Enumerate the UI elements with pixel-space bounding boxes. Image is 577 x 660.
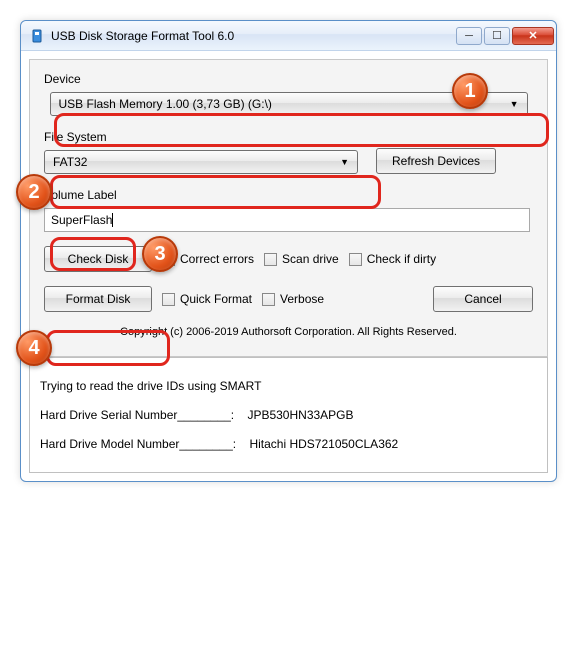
titlebar[interactable]: USB Disk Storage Format Tool 6.0 ─ ☐ ✕ [21, 21, 556, 51]
format-disk-button[interactable]: Format Disk [44, 286, 152, 312]
chevron-down-icon: ▼ [340, 157, 349, 167]
app-window: USB Disk Storage Format Tool 6.0 ─ ☐ ✕ D… [20, 20, 557, 482]
device-label: Device [44, 72, 533, 86]
correct-errors-checkbox[interactable]: Correct errors [162, 252, 254, 266]
log-panel: Trying to read the drive IDs using SMART… [29, 357, 548, 473]
device-dropdown[interactable]: USB Flash Memory 1.00 (3,73 GB) (G:\) ▼ [50, 92, 528, 116]
cancel-button[interactable]: Cancel [433, 286, 533, 312]
chevron-down-icon: ▼ [510, 99, 519, 109]
copyright-text: Copyright (c) 2006-2019 Authorsoft Corpo… [44, 326, 533, 338]
log-line: Hard Drive Model Number________: Hitachi… [40, 430, 537, 459]
main-panel: Device USB Flash Memory 1.00 (3,73 GB) (… [29, 59, 548, 357]
check-dirty-checkbox[interactable]: Check if dirty [349, 252, 436, 266]
text-cursor [112, 213, 113, 227]
filesystem-selected: FAT32 [53, 155, 340, 169]
close-button[interactable]: ✕ [512, 27, 554, 45]
refresh-devices-button[interactable]: Refresh Devices [376, 148, 496, 174]
filesystem-dropdown[interactable]: FAT32 ▼ [44, 150, 358, 174]
log-line: Hard Drive Serial Number________: JPB530… [40, 401, 537, 430]
check-disk-button[interactable]: Check Disk [44, 246, 152, 272]
filesystem-label: File System [44, 130, 358, 144]
volume-value: SuperFlash [51, 213, 112, 227]
log-line: Trying to read the drive IDs using SMART [40, 372, 537, 401]
maximize-button[interactable]: ☐ [484, 27, 510, 45]
scan-drive-checkbox[interactable]: Scan drive [264, 252, 339, 266]
volume-input[interactable]: SuperFlash [44, 208, 530, 232]
app-icon [29, 28, 45, 44]
verbose-checkbox[interactable]: Verbose [262, 292, 324, 306]
volume-label: Volume Label [44, 188, 533, 202]
device-selected: USB Flash Memory 1.00 (3,73 GB) (G:\) [59, 97, 510, 111]
minimize-button[interactable]: ─ [456, 27, 482, 45]
window-title: USB Disk Storage Format Tool 6.0 [51, 29, 456, 43]
quick-format-checkbox[interactable]: Quick Format [162, 292, 252, 306]
